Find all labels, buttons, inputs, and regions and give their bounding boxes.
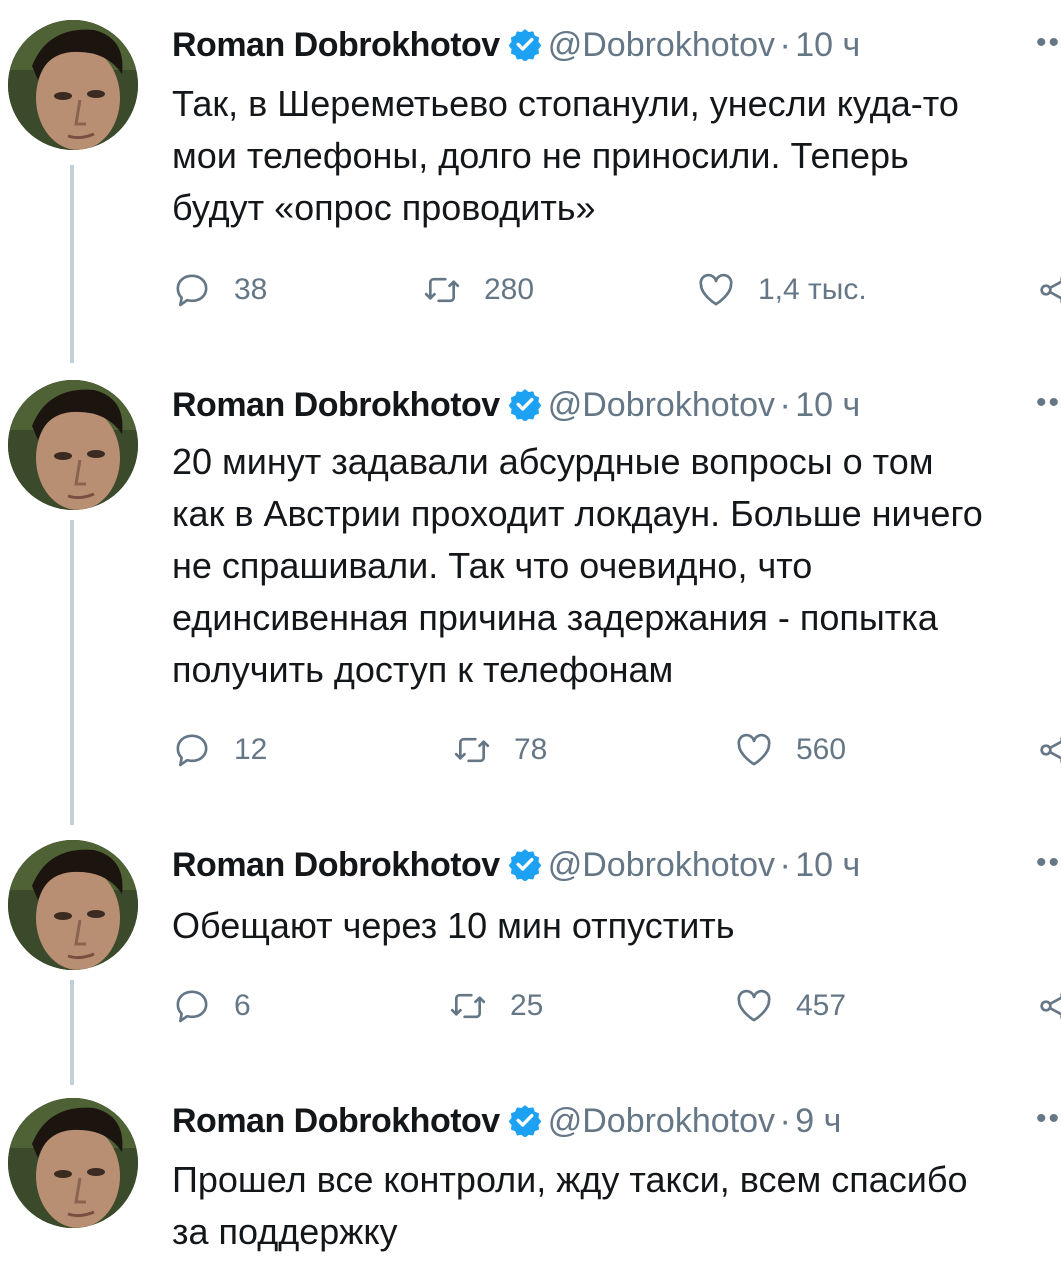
tweet-text: Обещают через 10 мин отпустить xyxy=(172,905,735,946)
retweet-icon xyxy=(454,737,490,763)
like-count: 560 xyxy=(796,733,847,766)
tweet-text: Прошел все контроли, жду такси, всем спа… xyxy=(172,1159,968,1252)
tweet-header: Roman Dobrokhotov @Dobrokhotov · 10 ч xyxy=(172,26,860,70)
author-name[interactable]: Roman Dobrokhotov xyxy=(172,386,500,424)
tweet[interactable]: Roman Dobrokhotov @Dobrokhotov · 10 ч ••… xyxy=(0,830,1061,1090)
separator-dot: · xyxy=(779,846,791,884)
like-button[interactable]: 457 xyxy=(734,982,846,1030)
reply-icon xyxy=(176,734,208,767)
heart-icon xyxy=(737,989,771,1022)
tweet[interactable]: Roman Dobrokhotov @Dobrokhotov · 10 ч ••… xyxy=(0,0,1061,370)
thread-line xyxy=(70,520,74,825)
more-options-icon[interactable]: •• xyxy=(1036,1102,1061,1136)
author-name[interactable]: Roman Dobrokhotov xyxy=(172,1102,500,1140)
like-count: 1,4 тыс. xyxy=(758,273,867,306)
heart-icon xyxy=(699,273,733,306)
author-handle[interactable]: @Dobrokhotov xyxy=(548,386,775,424)
share-button[interactable] xyxy=(1036,726,1061,774)
retweet-count: 78 xyxy=(514,733,548,766)
like-button[interactable]: 1,4 тыс. xyxy=(696,266,867,314)
retweet-button[interactable]: 25 xyxy=(448,982,543,1030)
author-handle[interactable]: @Dobrokhotov xyxy=(548,846,775,884)
retweet-count: 280 xyxy=(484,273,535,306)
thread-line xyxy=(70,980,74,1085)
more-options-icon[interactable]: •• xyxy=(1036,26,1061,60)
avatar[interactable] xyxy=(8,380,138,510)
avatar-image xyxy=(8,20,138,150)
tweet-timestamp[interactable]: 10 ч xyxy=(795,846,860,884)
reply-button[interactable]: 38 xyxy=(172,266,267,314)
tweet-actions: 38 280 1,4 тыс. xyxy=(172,266,1061,314)
retweet-count: 25 xyxy=(510,989,544,1022)
tweet-actions: 6 25 457 xyxy=(172,982,1061,1030)
more-options-icon[interactable]: •• xyxy=(1036,846,1061,880)
author-handle[interactable]: @Dobrokhotov xyxy=(548,26,775,64)
separator-dot: · xyxy=(779,26,791,64)
retweet-button[interactable]: 280 xyxy=(422,266,534,314)
tweet-timestamp[interactable]: 10 ч xyxy=(795,26,860,64)
share-button[interactable] xyxy=(1036,982,1061,1030)
tweet[interactable]: Roman Dobrokhotov @Dobrokhotov · 10 ч ••… xyxy=(0,370,1061,830)
reply-count: 38 xyxy=(234,273,268,306)
like-button[interactable]: 560 xyxy=(734,726,846,774)
avatar[interactable] xyxy=(8,840,138,970)
avatar-image xyxy=(8,1098,138,1228)
reply-button[interactable]: 6 xyxy=(172,982,251,1030)
tweet[interactable]: Roman Dobrokhotov @Dobrokhotov · 9 ч •• … xyxy=(0,1090,1061,1280)
share-button[interactable] xyxy=(1036,266,1061,314)
verified-badge-icon xyxy=(508,387,542,426)
reply-count: 12 xyxy=(234,733,268,766)
separator-dot: · xyxy=(779,386,791,424)
verified-badge-icon xyxy=(508,847,542,886)
tweet-header: Roman Dobrokhotov @Dobrokhotov · 9 ч xyxy=(172,1102,841,1146)
tweet-header: Roman Dobrokhotov @Dobrokhotov · 10 ч xyxy=(172,846,860,890)
tweet-actions: 12 78 560 xyxy=(172,726,1061,774)
separator-dot: · xyxy=(779,1102,791,1140)
tweet-text: Так, в Шереметьево стопанули, унесли куд… xyxy=(172,83,959,228)
reply-icon xyxy=(176,990,208,1023)
verified-badge-icon xyxy=(508,1103,542,1142)
verified-badge-icon xyxy=(508,27,542,66)
reply-button[interactable]: 12 xyxy=(172,726,267,774)
retweet-icon xyxy=(424,277,460,303)
author-name[interactable]: Roman Dobrokhotov xyxy=(172,846,500,884)
avatar[interactable] xyxy=(8,20,138,150)
heart-icon xyxy=(737,733,771,766)
tweet-timestamp[interactable]: 9 ч xyxy=(795,1102,841,1140)
tweet-timestamp[interactable]: 10 ч xyxy=(795,386,860,424)
avatar[interactable] xyxy=(8,1098,138,1228)
avatar-image xyxy=(8,380,138,510)
tweet-header: Roman Dobrokhotov @Dobrokhotov · 10 ч xyxy=(172,386,860,430)
reply-count: 6 xyxy=(234,989,251,1022)
tweet-text: 20 минут задавали абсурдные вопросы о то… xyxy=(172,441,983,690)
share-icon xyxy=(1040,736,1061,764)
author-handle[interactable]: @Dobrokhotov xyxy=(548,1102,775,1140)
thread-line xyxy=(70,165,74,363)
share-icon xyxy=(1040,992,1061,1020)
retweet-icon xyxy=(450,993,486,1019)
reply-icon xyxy=(176,274,208,307)
avatar-image xyxy=(8,840,138,970)
share-icon xyxy=(1040,276,1061,304)
like-count: 457 xyxy=(796,989,847,1022)
author-name[interactable]: Roman Dobrokhotov xyxy=(172,26,500,64)
retweet-button[interactable]: 78 xyxy=(452,726,547,774)
more-options-icon[interactable]: •• xyxy=(1036,386,1061,420)
